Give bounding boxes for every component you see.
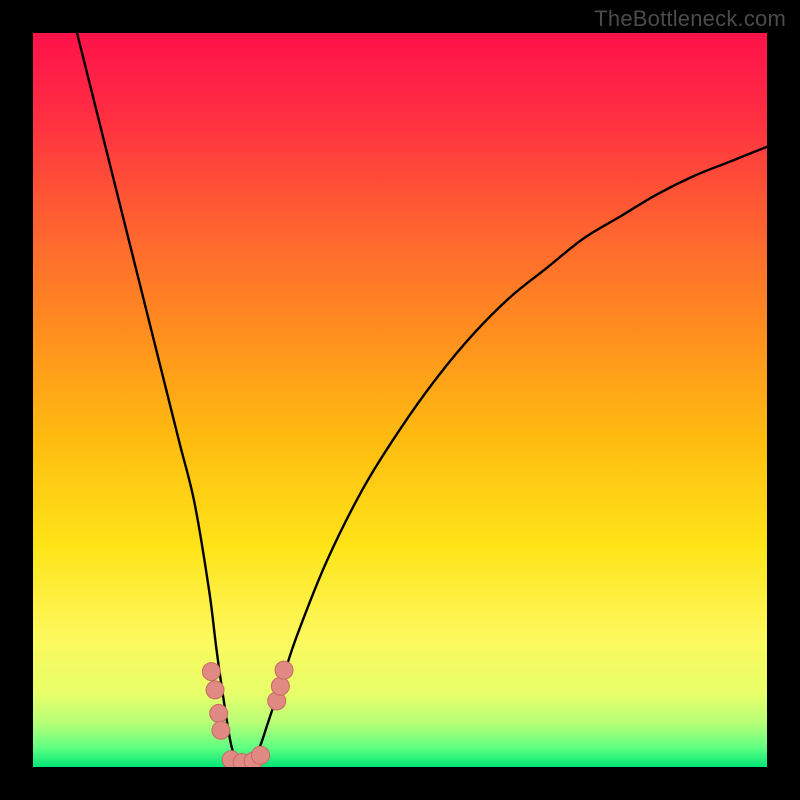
data-marker (271, 677, 289, 695)
chart-frame: TheBottleneck.com (0, 0, 800, 800)
data-marker (252, 746, 270, 764)
gradient-background (33, 33, 767, 767)
plot-area (33, 33, 767, 767)
watermark-text: TheBottleneck.com (594, 6, 786, 32)
data-marker (210, 704, 228, 722)
data-marker (275, 661, 293, 679)
data-marker (206, 681, 224, 699)
data-marker (212, 721, 230, 739)
chart-svg (33, 33, 767, 767)
data-marker (202, 663, 220, 681)
